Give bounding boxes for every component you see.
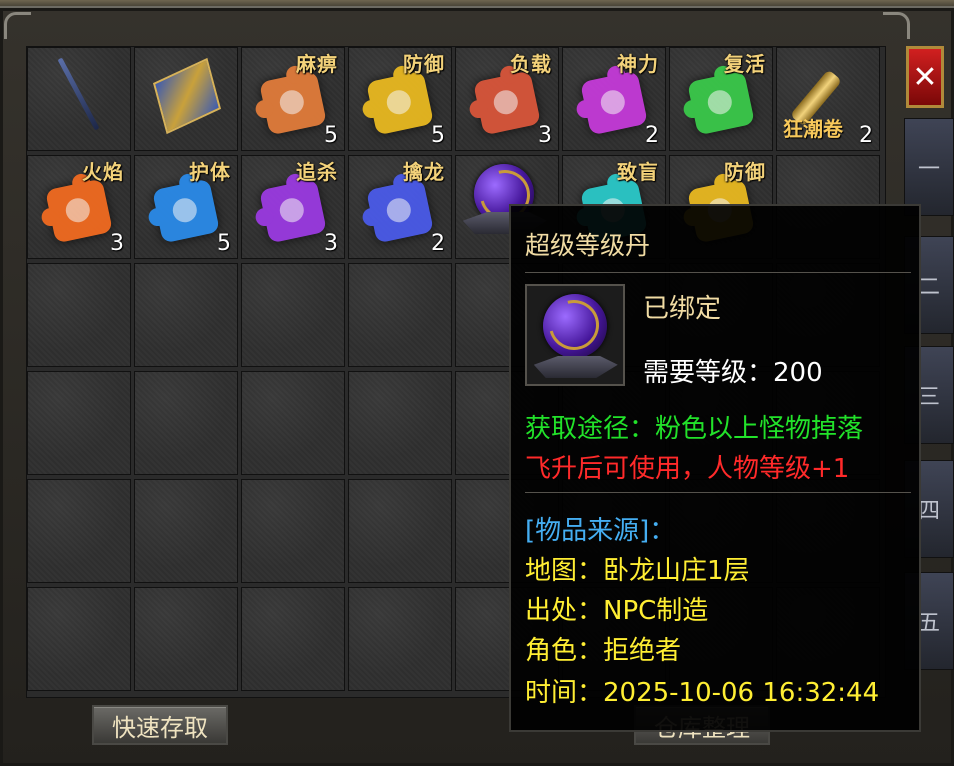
item-label: 负载 xyxy=(510,52,552,76)
sword-icon xyxy=(57,57,100,131)
puzzle-revive[interactable]: 复活 xyxy=(670,48,772,150)
inventory-slot[interactable] xyxy=(134,587,238,691)
inventory-slot[interactable] xyxy=(241,479,345,583)
tooltip-bound-status: 已绑定 xyxy=(643,294,722,324)
frenzy-scroll[interactable]: 狂潮卷 2 xyxy=(777,48,879,150)
item-label: 复活 xyxy=(724,52,766,76)
inventory-slot[interactable]: 擒龙 2 xyxy=(348,155,452,259)
item-label: 防御 xyxy=(724,160,766,184)
puzzle-paralysis[interactable]: 麻痹 5 xyxy=(242,48,344,150)
side-tab-1[interactable]: 一 xyxy=(904,118,954,216)
tooltip-usage: 飞升后可使用，人物等级+1 xyxy=(525,454,850,484)
inventory-slot[interactable] xyxy=(27,479,131,583)
banner-icon xyxy=(152,57,222,135)
inventory-slot[interactable] xyxy=(348,479,452,583)
inventory-slot[interactable]: 火焰 3 xyxy=(27,155,131,259)
inventory-slot[interactable] xyxy=(27,263,131,367)
tooltip-divider-2 xyxy=(525,492,911,493)
puzzle-piece-icon xyxy=(259,178,327,244)
orb-icon xyxy=(539,290,609,360)
puzzle-divine-power[interactable]: 神力 2 xyxy=(563,48,665,150)
tooltip-divider xyxy=(525,272,911,273)
item-count: 2 xyxy=(645,123,659,148)
item-label: 追杀 xyxy=(296,160,338,184)
inventory-slot[interactable] xyxy=(134,371,238,475)
tooltip-source-header: [物品来源]： xyxy=(525,516,676,546)
inventory-slot[interactable] xyxy=(348,371,452,475)
tooltip-origin: 出处：NPC制造 xyxy=(525,596,709,626)
puzzle-piece-icon xyxy=(687,70,755,136)
inventory-slot[interactable] xyxy=(241,263,345,367)
quick-access-button[interactable]: 快速存取 xyxy=(92,705,228,745)
item-label: 神力 xyxy=(617,52,659,76)
inventory-slot[interactable]: 防御 5 xyxy=(348,47,452,151)
puzzle-piece-icon xyxy=(580,70,648,136)
inventory-slot[interactable] xyxy=(241,371,345,475)
item-label: 护体 xyxy=(189,160,231,184)
puzzle-pursuit[interactable]: 追杀 3 xyxy=(242,156,344,258)
tooltip-role: 角色：拒绝者 xyxy=(525,636,682,666)
inventory-slot[interactable]: 复活 xyxy=(669,47,773,151)
item-label: 擒龙 xyxy=(403,160,445,184)
item-count: 3 xyxy=(324,231,338,256)
inventory-slot[interactable] xyxy=(348,263,452,367)
inventory-slot[interactable] xyxy=(348,587,452,691)
tooltip-map: 地图：卧龙山庄1层 xyxy=(525,556,750,586)
item-count: 3 xyxy=(538,123,552,148)
inventory-slot[interactable]: 神力 2 xyxy=(562,47,666,151)
puzzle-defense[interactable]: 防御 5 xyxy=(349,48,451,150)
puzzle-piece-icon xyxy=(45,178,113,244)
inventory-slot[interactable]: 麻痹 5 xyxy=(241,47,345,151)
puzzle-dragon[interactable]: 擒龙 2 xyxy=(349,156,451,258)
puzzle-piece-icon xyxy=(366,70,434,136)
inventory-slot[interactable] xyxy=(134,479,238,583)
inventory-slot[interactable] xyxy=(27,587,131,691)
puzzle-piece-icon xyxy=(366,178,434,244)
tooltip-item-icon xyxy=(525,284,625,386)
item-count: 2 xyxy=(859,123,873,148)
banner-item[interactable] xyxy=(135,48,237,150)
inventory-slot[interactable]: 狂潮卷 2 xyxy=(776,47,880,151)
tooltip-level-requirement: 需要等级：200 xyxy=(643,358,823,388)
item-count: 5 xyxy=(324,123,338,148)
scroll-title: 狂潮卷 xyxy=(783,117,843,141)
item-label: 麻痹 xyxy=(296,52,338,76)
puzzle-flame[interactable]: 火焰 3 xyxy=(28,156,130,258)
tooltip-title: 超级等级丹 xyxy=(525,231,651,260)
puzzle-piece-icon xyxy=(259,70,327,136)
item-label: 致盲 xyxy=(617,160,659,184)
sword-item[interactable] xyxy=(28,48,130,150)
item-tooltip: 超级等级丹 已绑定 需要等级：200 获取途径：粉色以上怪物掉落 飞升后可使用，… xyxy=(509,204,921,732)
inventory-slot[interactable] xyxy=(134,47,238,151)
inventory-slot[interactable]: 负载 3 xyxy=(455,47,559,151)
inventory-slot[interactable] xyxy=(27,371,131,475)
tooltip-time: 时间：2025-10-06 16:32:44 xyxy=(525,678,880,708)
item-label: 火焰 xyxy=(82,160,124,184)
inventory-slot[interactable] xyxy=(134,263,238,367)
inventory-slot[interactable]: 护体 5 xyxy=(134,155,238,259)
inventory-slot[interactable] xyxy=(241,587,345,691)
item-count: 2 xyxy=(431,231,445,256)
puzzle-load[interactable]: 负载 3 xyxy=(456,48,558,150)
puzzle-piece-icon xyxy=(152,178,220,244)
item-count: 5 xyxy=(431,123,445,148)
puzzle-piece-icon xyxy=(473,70,541,136)
item-count: 3 xyxy=(110,231,124,256)
inventory-slot[interactable] xyxy=(27,47,131,151)
item-count: 5 xyxy=(217,231,231,256)
close-button[interactable]: ✕ xyxy=(906,46,944,108)
tooltip-obtain: 获取途径：粉色以上怪物掉落 xyxy=(525,414,864,444)
item-label: 防御 xyxy=(403,52,445,76)
orb-base-icon xyxy=(529,356,621,378)
inventory-slot[interactable]: 追杀 3 xyxy=(241,155,345,259)
puzzle-guard[interactable]: 护体 5 xyxy=(135,156,237,258)
